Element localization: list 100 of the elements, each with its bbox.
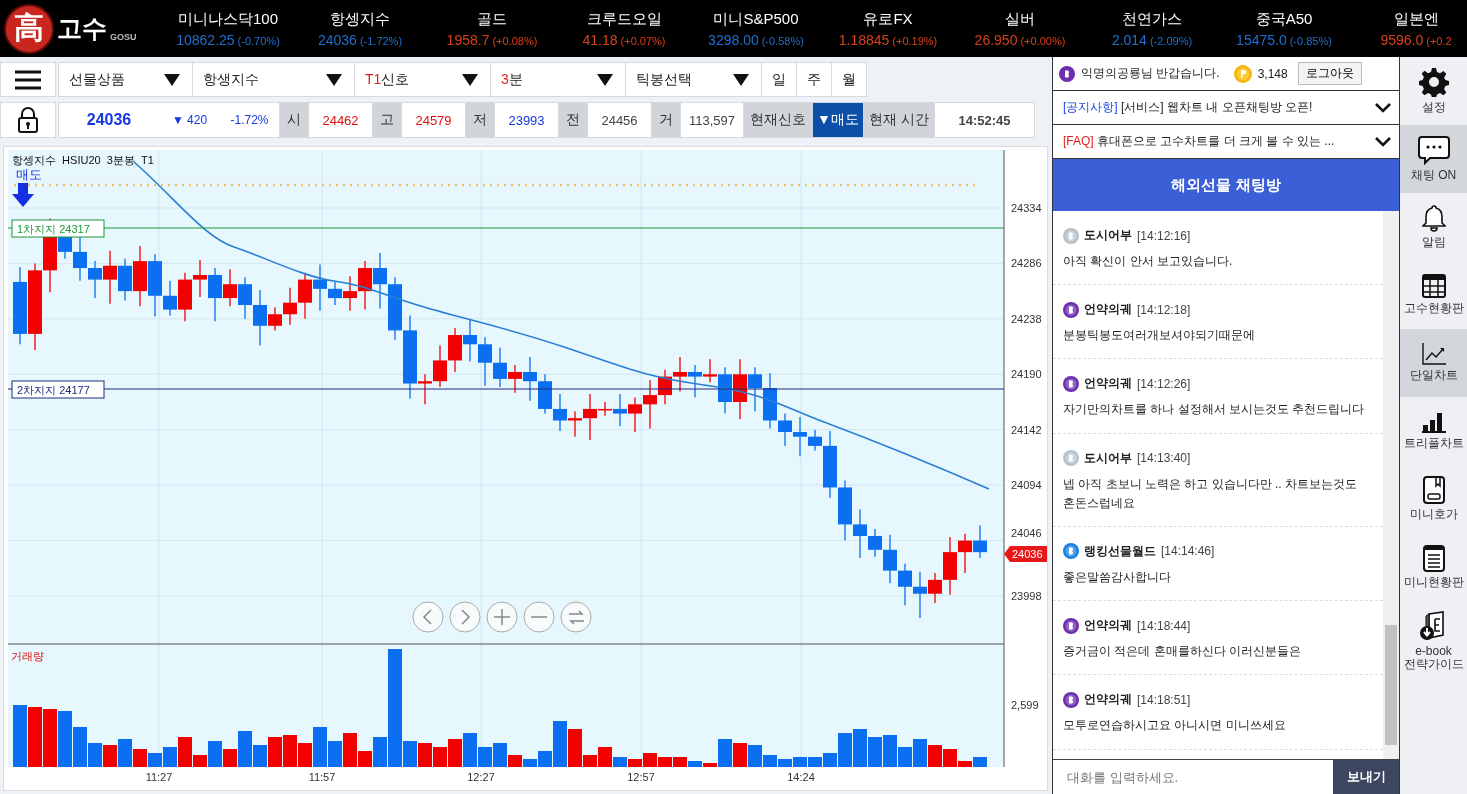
sidebar-item[interactable]: 미니현황판 bbox=[1400, 533, 1467, 601]
dropdown-caret-icon bbox=[326, 73, 342, 86]
candle bbox=[688, 364, 702, 399]
message-author: 랭킹선물월드 bbox=[1084, 542, 1156, 560]
sell-arrow-icon bbox=[12, 183, 34, 207]
chevron-down-icon bbox=[1375, 136, 1391, 147]
ticker-change: (-2.09%) bbox=[1149, 34, 1193, 47]
price-axis-label: 24334 bbox=[1011, 202, 1042, 214]
price-axis-label: 24190 bbox=[1011, 368, 1042, 381]
dropdown[interactable]: 항생지수 bbox=[192, 62, 355, 97]
volume-label: 거래량 bbox=[11, 650, 44, 662]
ticker-name: 천연가스 bbox=[1122, 9, 1182, 29]
scroll-right-button[interactable] bbox=[449, 601, 481, 633]
price-axis-label: 23998 bbox=[1011, 589, 1042, 602]
settings-icon bbox=[1418, 67, 1449, 98]
time-axis-label: 14:24 bbox=[787, 771, 815, 783]
candle bbox=[373, 252, 387, 310]
zoom-out-button[interactable] bbox=[523, 601, 555, 633]
volume-bar bbox=[433, 747, 447, 767]
volume-bar bbox=[913, 739, 927, 767]
ticker-change: (+0.00%) bbox=[1020, 34, 1066, 47]
message-author: 언약의궤 bbox=[1084, 301, 1132, 319]
sidebar-item[interactable]: 설정 bbox=[1400, 57, 1467, 125]
candle bbox=[628, 396, 642, 433]
scrollbar[interactable] bbox=[1383, 211, 1399, 759]
dropdown[interactable]: T1신호 bbox=[354, 62, 491, 97]
price-change: ▼ 420 bbox=[159, 102, 221, 138]
period-button[interactable]: 월 bbox=[831, 62, 867, 97]
message-text: 아직 확신이 안서 보고있습니다. bbox=[1063, 253, 1234, 270]
sidebar-item[interactable]: 미니호가 bbox=[1400, 465, 1467, 533]
candle bbox=[478, 336, 492, 387]
volume-bar bbox=[103, 745, 117, 767]
candle bbox=[748, 366, 762, 412]
candle bbox=[838, 479, 852, 542]
lock-button[interactable] bbox=[0, 102, 56, 138]
dropdown[interactable]: 선물상품 bbox=[58, 62, 193, 97]
lock-icon bbox=[18, 107, 38, 133]
candle bbox=[553, 393, 567, 432]
volume-bar bbox=[418, 743, 432, 767]
field-value: 113,597 bbox=[680, 102, 744, 138]
ticker-value: 41.18 bbox=[582, 31, 618, 48]
speech-bubble-icon bbox=[1417, 135, 1450, 166]
price-axis-label: 24286 bbox=[1011, 257, 1042, 270]
scroll-left-button[interactable] bbox=[412, 601, 444, 633]
period-button[interactable]: 주 bbox=[796, 62, 832, 97]
sidebar-item[interactable]: 트리플차트 bbox=[1400, 397, 1467, 465]
candle bbox=[118, 258, 132, 302]
send-button[interactable]: 보내기 bbox=[1333, 760, 1399, 794]
volume-bar bbox=[13, 705, 27, 767]
sidebar-item[interactable]: 채팅 ON bbox=[1400, 125, 1467, 193]
message-text: 자기만의차트를 하나 설정해서 보시는것도 추천드립니다 bbox=[1063, 401, 1366, 419]
message-author: 언약의궤 bbox=[1084, 691, 1132, 709]
message-time: [14:12:26] bbox=[1137, 376, 1191, 391]
field-label: 시 bbox=[279, 102, 309, 138]
signal-value: ▼매도 bbox=[812, 102, 864, 138]
candle bbox=[193, 259, 207, 298]
volume-bar bbox=[853, 729, 867, 767]
candle bbox=[643, 379, 657, 430]
candle bbox=[223, 268, 237, 307]
time-label: 현재 시간 bbox=[863, 102, 935, 138]
candle bbox=[538, 373, 552, 415]
field-label: 저 bbox=[465, 102, 495, 138]
dropdown[interactable]: 3분 bbox=[490, 62, 626, 97]
ticker-value: 24036 bbox=[317, 31, 357, 48]
ticker-value: 1.18845 bbox=[838, 31, 890, 48]
dropdown[interactable]: 틱봉선택 bbox=[625, 62, 762, 97]
ticker-change: (-0.85%) bbox=[1289, 34, 1332, 47]
volume-bar bbox=[283, 735, 297, 767]
message-time: [14:18:51] bbox=[1137, 692, 1191, 707]
message-text: 증거금이 적은데 혼매를하신다 이러신분들은 bbox=[1063, 643, 1302, 661]
logo-mark: 高 bbox=[4, 3, 54, 54]
sidebar-item[interactable]: 단일차트 bbox=[1400, 329, 1467, 397]
volume-bar bbox=[43, 709, 57, 767]
candle bbox=[388, 276, 402, 341]
ticker-change: (+0.2 bbox=[1426, 34, 1452, 47]
period-button[interactable]: 일 bbox=[761, 62, 797, 97]
logo-text: 고수 bbox=[57, 13, 107, 44]
candle bbox=[178, 272, 192, 322]
logout-button[interactable]: 로그아웃 bbox=[1297, 62, 1362, 85]
volume-bar bbox=[28, 707, 42, 767]
menu-icon bbox=[15, 69, 41, 90]
menu-button[interactable] bbox=[0, 62, 56, 97]
message-text: 좋은말씀감사합니다 bbox=[1063, 568, 1172, 586]
candle bbox=[493, 347, 507, 388]
reset-button[interactable] bbox=[560, 601, 592, 633]
candle bbox=[103, 250, 117, 305]
notice-row[interactable]: [공지사항] [서비스] 웹차트 내 오픈채팅방 오픈! bbox=[1053, 91, 1399, 125]
candle bbox=[433, 344, 447, 388]
sidebar-item[interactable]: 알림 bbox=[1400, 193, 1467, 261]
candle bbox=[73, 236, 87, 282]
ticker-name: 중국A50 bbox=[1255, 9, 1313, 29]
candle bbox=[298, 272, 312, 320]
candle bbox=[733, 358, 747, 420]
zoom-in-button[interactable] bbox=[486, 601, 518, 633]
ticker-value: 1958.7 bbox=[446, 31, 490, 48]
bar-chart-icon bbox=[1421, 411, 1446, 434]
sidebar-item[interactable]: 고수현황판 bbox=[1400, 261, 1467, 329]
ticker-value: 9596.0 bbox=[1380, 31, 1424, 48]
sidebar-item[interactable]: e-book 전략가이드 bbox=[1400, 601, 1467, 681]
message-time: [14:13:40] bbox=[1137, 451, 1191, 466]
